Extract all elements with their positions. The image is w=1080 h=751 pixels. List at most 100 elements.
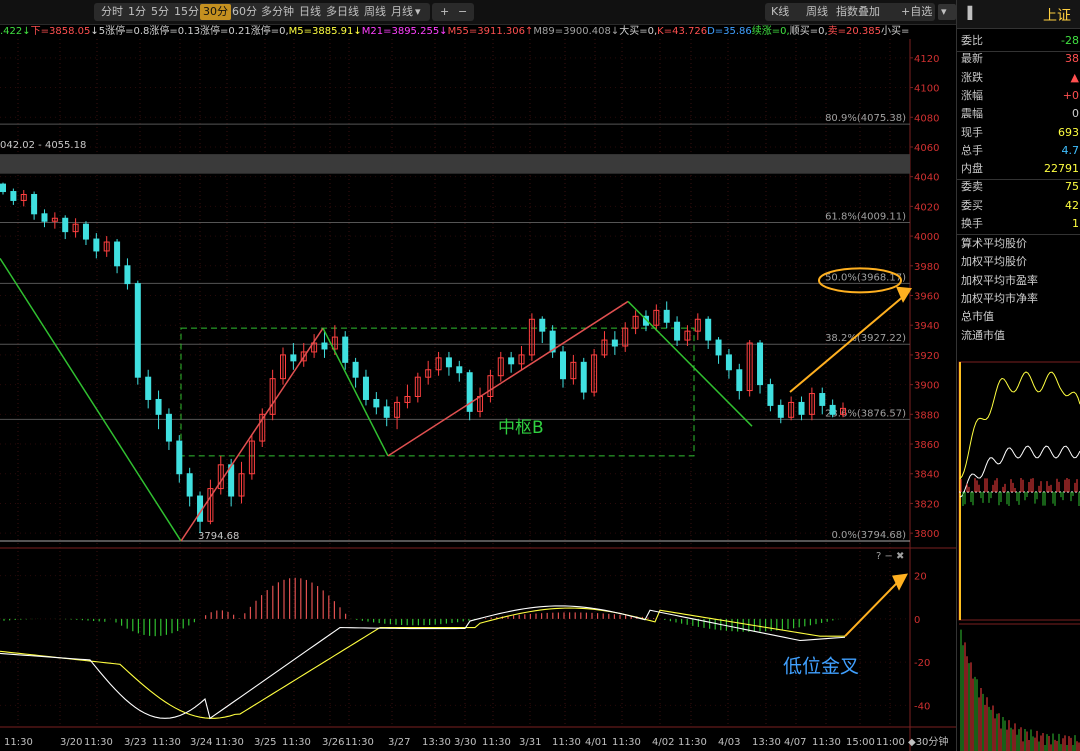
quote-label: 最新 [961,52,983,66]
quote-label: 委卖 [961,180,983,194]
price-tick-label: 3940 [914,321,939,332]
panel-controls: ? − ✖ [876,551,904,562]
candle-body [383,406,390,418]
time-tick-label: 3/27 [388,737,410,748]
time-tick-label: 11:30 [482,737,511,748]
price-axis: 4120 4100 4080 4060 4040 4020 4000 3980 3960 3940… [910,54,939,712]
time-tick-label: 13:30 [422,737,451,748]
quote-row: 震幅 0 [961,105,1079,123]
indicator-value-5: M55=3911.306↑ [447,26,534,37]
price-tick-label: 3980 [914,262,939,273]
indicator-value-1: 下=3858.05 [30,26,91,37]
stat-label: 总市值 [961,310,994,324]
time-tick-label: 3/30 [454,737,476,748]
down-stroke [627,300,753,427]
fib-label: 38.2%(3927.22) [825,333,906,344]
period-button-9[interactable]: 周线 [361,4,389,20]
candle-body [539,318,546,332]
indicator-value-12: 卖=20.385 [827,26,882,37]
down-stroke [322,327,389,457]
period-button-7[interactable]: 日线 [296,4,324,20]
candle-body [373,398,380,408]
macd-tick-label: 20 [914,572,927,583]
period-button-5[interactable]: 60分 [229,4,260,20]
candle-body [757,342,764,386]
quote-value: 693 [1058,125,1079,139]
quote-row: 最新 38 [961,50,1079,68]
period-button-1[interactable]: 1分 [125,4,149,20]
candle-body [290,354,297,362]
mini-price-line [959,371,1080,480]
zoom-in-button[interactable]: + [437,4,452,20]
candle-body [798,401,805,415]
price-tick-label: 4120 [914,54,939,65]
menu-icon[interactable]: ▐ [963,6,972,20]
candle-body [829,404,836,415]
period-button-0[interactable]: 分时 [98,4,126,20]
quote-row: 现手 693 [961,124,1079,142]
price-tick-label: 3800 [914,529,939,540]
time-tick-label: 3/31 [519,737,541,748]
macd-tick-label: -20 [914,658,930,669]
indicator-value-9: D=35.86 [707,26,752,37]
price-tick-label: 3820 [914,499,939,510]
period-button-6[interactable]: 多分钟 [258,4,297,20]
fib-label: 80.9%(4075.38) [825,113,906,124]
quote-label: 涨幅 [961,88,983,102]
intraday-mini-chart [958,361,1080,751]
index-overlay-button[interactable]: 指数叠加 [833,4,883,20]
period-button-3[interactable]: 15分 [171,4,202,20]
price-tick-label: 3840 [914,470,939,481]
candlestick-series [0,182,846,534]
candle-body [819,393,826,406]
range-band [0,154,910,174]
kline-chart[interactable]: 042.02 - 4055.18 80.9%(4075.38) 61.8%(400… [0,39,956,751]
time-tick-label: 11:00 [876,737,905,748]
candle-body [41,213,48,222]
quote-row: 换手 1 [961,215,1079,233]
golden-cross-label: 低位金叉 [783,655,859,677]
quote-value: 1 [1072,217,1079,230]
quote-label: 现手 [961,125,983,139]
chevron-down-icon[interactable]: ▾ [412,4,424,20]
quote-label: 总手 [961,143,983,157]
candle-body [560,351,566,380]
candle-body [466,372,473,412]
add-favorite-button[interactable]: +自选 [898,4,935,20]
stat-label: 流通市值 [961,328,1005,342]
zhongshu-rect [180,327,695,457]
stat-label: 加权平均股价 [961,255,1027,269]
period-button-2[interactable]: 5分 [148,4,172,20]
candle-body [0,183,6,193]
indicator-value-8: K=43.726 [657,26,708,37]
quote-label: 涨跌 [961,70,983,84]
period-indicator: ◆30分钟 [908,735,948,748]
period-button-4[interactable]: 30分 [200,4,231,20]
indicator-values-bar: .422↓下=3858.05↓5涨停=0.8涨停=0.13涨停=0.21涨停=0… [0,24,910,39]
week-button[interactable]: 周线 [803,4,831,20]
candle-body [321,342,328,350]
candle-body [124,265,131,285]
macd-tick-label: 0 [914,615,920,626]
time-tick-label: 3/20 [60,737,82,748]
zoom-out-button[interactable]: − [455,4,470,20]
quote-value: 22791 [1044,162,1079,176]
candle-body [176,440,183,475]
period-button-8[interactable]: 多日线 [323,4,362,20]
price-tick-label: 4000 [914,232,939,243]
candle-body [777,404,784,418]
time-tick-label: 11:30 [4,737,33,748]
kline-button[interactable]: K线 [768,4,792,20]
price-tick-label: 3960 [914,292,939,303]
macd-panel: ? − ✖ 低位金叉 [0,551,910,720]
time-axis: 11:30 3/20 11:30 3/23 11:30 3/24 11:30 3/25 11:3… [4,735,948,748]
candle-body [145,376,152,400]
chevron-down-icon[interactable]: ▾ [938,4,956,20]
candle-body [186,473,193,497]
quote-label: 换手 [961,217,983,230]
candle-body [715,339,722,356]
candle-body [362,376,369,400]
quote-row: 内盘 22791 [961,160,1079,178]
quote-row: 总手 4.7 [961,142,1079,160]
candle-body [134,283,141,378]
